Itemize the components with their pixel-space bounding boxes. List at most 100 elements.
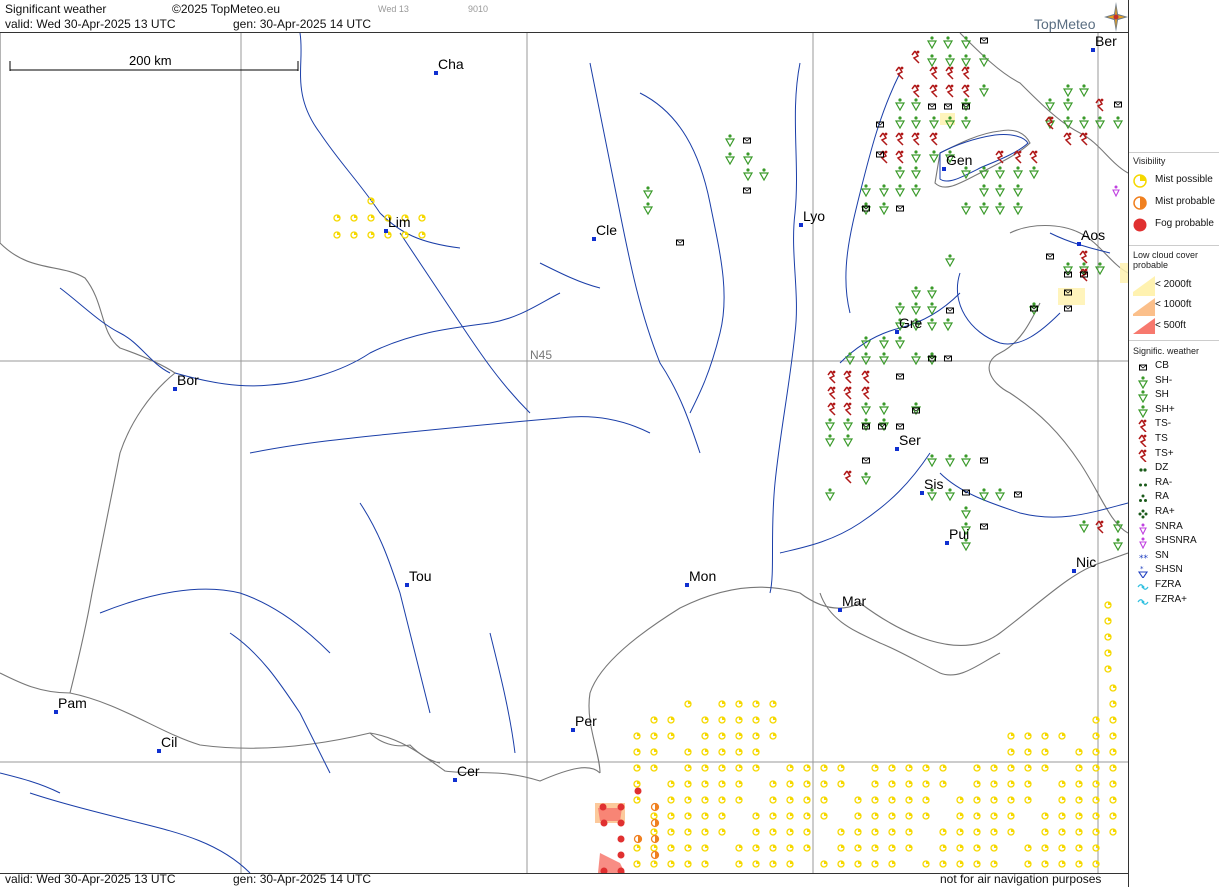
ts-symbol bbox=[1063, 132, 1072, 146]
shower-symbol bbox=[1028, 166, 1040, 180]
fog-symbol bbox=[599, 803, 607, 811]
mist-symbol bbox=[1041, 828, 1049, 836]
shower-symbol bbox=[894, 98, 906, 112]
mist-symbol bbox=[684, 748, 692, 756]
mist-symbol bbox=[701, 844, 709, 852]
dz-symbol bbox=[1139, 468, 1147, 472]
shower-symbol bbox=[926, 286, 938, 300]
shower-symbol bbox=[994, 488, 1006, 502]
ra+-symbol bbox=[1138, 509, 1148, 519]
mist-symbol bbox=[1104, 665, 1112, 673]
shower-symbol bbox=[1028, 302, 1040, 316]
cb-symbol bbox=[1046, 253, 1054, 260]
fog-symbol bbox=[617, 851, 625, 859]
mist-symbol bbox=[1075, 748, 1083, 756]
city-label: Mon bbox=[689, 568, 716, 584]
mist-symbol bbox=[1092, 812, 1100, 820]
ts-symbol bbox=[895, 150, 904, 164]
copyright: ©2025 TopMeteo.eu bbox=[172, 2, 281, 16]
mist-symbol bbox=[752, 812, 760, 820]
city-gre: Gre bbox=[895, 315, 923, 334]
shower-symbol bbox=[860, 402, 872, 416]
mist-symbol bbox=[973, 860, 981, 868]
fog-symbol bbox=[617, 803, 625, 811]
mist-symbol bbox=[1109, 812, 1117, 820]
shower-symbol bbox=[1044, 98, 1056, 112]
shower-symbol bbox=[860, 472, 872, 486]
shower-symbol bbox=[960, 506, 972, 520]
shower-symbol bbox=[878, 336, 890, 350]
shower-symbol bbox=[910, 302, 922, 316]
mist-symbol bbox=[939, 764, 947, 772]
mist-symbol bbox=[1109, 716, 1117, 724]
ts-symbol bbox=[827, 370, 836, 384]
mist-symbol bbox=[1109, 732, 1117, 740]
mist-symbol bbox=[803, 844, 811, 852]
weather-title: Signific. weather bbox=[1133, 346, 1200, 356]
mist-symbol bbox=[871, 796, 879, 804]
mist-symbol bbox=[990, 844, 998, 852]
mist-symbol bbox=[905, 764, 913, 772]
mist-symbol bbox=[401, 231, 409, 239]
shower-symbol bbox=[910, 98, 922, 112]
shower-symbol bbox=[758, 168, 770, 182]
fzra-symbol bbox=[1137, 584, 1149, 590]
city-label: Gen bbox=[946, 152, 972, 168]
city-cha: Cha bbox=[434, 56, 464, 75]
mist-symbol bbox=[956, 796, 964, 804]
mist-symbol bbox=[418, 214, 426, 222]
mist-symbol bbox=[718, 780, 726, 788]
shower-symbol bbox=[910, 150, 922, 164]
mist-symbol bbox=[1041, 748, 1049, 756]
shower-symbol bbox=[910, 286, 922, 300]
mist-symbol bbox=[735, 700, 743, 708]
logo-text: TopMeteo bbox=[1034, 16, 1096, 32]
mist-symbol bbox=[769, 700, 777, 708]
mist-symbol bbox=[735, 716, 743, 724]
mist-symbol bbox=[1075, 860, 1083, 868]
cb-symbol bbox=[1139, 364, 1147, 371]
mist-symbol bbox=[1041, 764, 1049, 772]
mist-symbol bbox=[418, 231, 426, 239]
mistprob-symbol bbox=[633, 834, 643, 844]
city-lyo: Lyo bbox=[799, 208, 825, 227]
mist-symbol bbox=[1092, 796, 1100, 804]
mist-symbol bbox=[803, 828, 811, 836]
shower-symbol bbox=[642, 186, 654, 200]
mist-symbol bbox=[1092, 764, 1100, 772]
mist-symbol bbox=[1109, 748, 1117, 756]
mist-symbol bbox=[786, 780, 794, 788]
ts-symbol bbox=[843, 370, 852, 384]
city-cle: Cle bbox=[592, 222, 617, 241]
mist-symbol bbox=[667, 780, 675, 788]
mist-symbol bbox=[888, 860, 896, 868]
mist-symbol bbox=[786, 828, 794, 836]
mist-symbol bbox=[735, 780, 743, 788]
cb-symbol bbox=[1114, 101, 1122, 108]
cb-symbol bbox=[743, 137, 751, 144]
mist-symbol bbox=[1041, 732, 1049, 740]
mist-symbol bbox=[973, 796, 981, 804]
mist-symbol bbox=[752, 700, 760, 708]
mist-symbol bbox=[1007, 732, 1015, 740]
mist-symbol bbox=[803, 764, 811, 772]
city-ser: Ser bbox=[895, 432, 921, 451]
ts-symbol bbox=[1138, 434, 1147, 447]
mist-symbol bbox=[650, 748, 658, 756]
mist-symbol bbox=[990, 812, 998, 820]
mist-symbol bbox=[752, 844, 760, 852]
weather-map[interactable]: N45 200 km Cha Lim Cle Lyo Gen Ber Aos G… bbox=[0, 32, 1128, 874]
ts-symbol bbox=[1095, 520, 1104, 534]
shower-symbol bbox=[1137, 390, 1149, 404]
shower-symbol bbox=[960, 202, 972, 216]
mist-symbol bbox=[888, 764, 896, 772]
mist-symbol bbox=[667, 732, 675, 740]
mist-symbol bbox=[367, 231, 375, 239]
cb-icon bbox=[1139, 364, 1147, 371]
thunderstorm-light-icon bbox=[1138, 419, 1147, 433]
mist-symbol bbox=[1024, 748, 1032, 756]
disclaimer: not for air navigation purposes bbox=[940, 872, 1102, 886]
mist-symbol bbox=[1058, 812, 1066, 820]
mist-symbol bbox=[854, 844, 862, 852]
ts-symbol bbox=[929, 84, 938, 98]
